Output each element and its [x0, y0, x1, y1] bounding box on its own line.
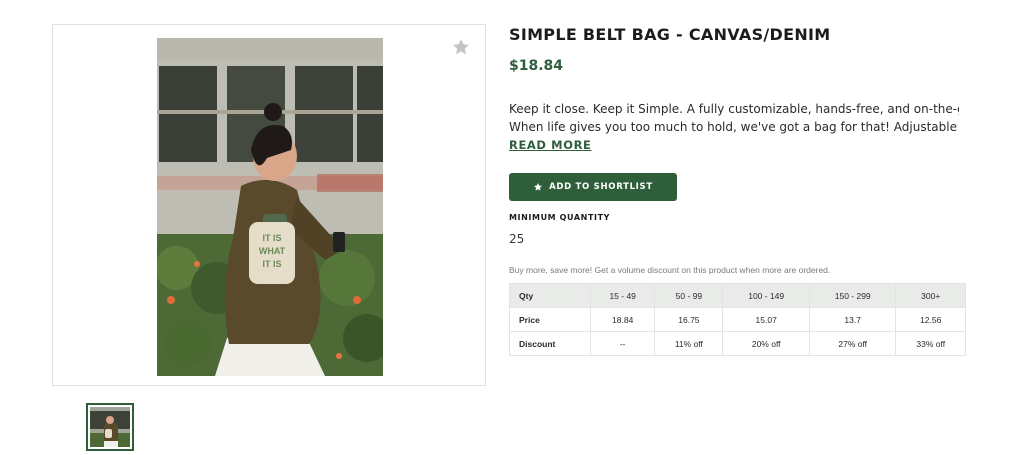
- read-more-link[interactable]: READ MORE: [509, 138, 592, 152]
- bag-print-line-1: IT IS: [262, 233, 281, 243]
- product-title: SIMPLE BELT BAG - CANVAS/DENIM: [509, 25, 831, 44]
- discount-cell-tier-4: 27% off: [808, 331, 897, 356]
- volume-pricing-table: Qty 15 - 49 50 - 99 100 - 149 150 - 299 …: [509, 283, 966, 356]
- bag-print-line-3: IT IS: [262, 259, 281, 269]
- pricing-header-row: Qty 15 - 49 50 - 99 100 - 149 150 - 299 …: [509, 283, 966, 308]
- header-cell-tier-5: 300+: [895, 283, 966, 308]
- header-cell-tier-3: 100 - 149: [722, 283, 810, 308]
- header-cell-tier-2: 50 - 99: [654, 283, 724, 308]
- bag-print-line-2: WHAT: [259, 246, 286, 256]
- product-photo[interactable]: IT IS WHAT IT IS: [157, 38, 383, 376]
- pricing-row-price: Price 18.84 16.75 15.07 13.7 12.56: [509, 307, 966, 332]
- header-cell-tier-4: 150 - 299: [808, 283, 897, 308]
- discount-row-label: Discount: [509, 331, 591, 356]
- minimum-quantity-value: 25: [509, 232, 525, 246]
- product-thumbnail[interactable]: [86, 403, 134, 451]
- price-cell-tier-2: 16.75: [654, 307, 724, 332]
- volume-discount-note: Buy more, save more! Get a volume discou…: [509, 265, 831, 275]
- add-to-shortlist-label: ADD TO SHORTLIST: [549, 182, 653, 192]
- description-line-2: When life gives you too much to hold, we…: [509, 120, 959, 134]
- product-description: Keep it close. Keep it Simple. A fully c…: [509, 100, 959, 136]
- product-photo-illustration: IT IS WHAT IT IS: [157, 38, 383, 376]
- discount-cell-tier-5: 33% off: [895, 331, 966, 356]
- price-row-label: Price: [509, 307, 591, 332]
- star-icon: [453, 39, 469, 55]
- discount-cell-tier-1: --: [589, 331, 656, 356]
- minimum-quantity-label: MINIMUM QUANTITY: [509, 213, 611, 222]
- add-to-shortlist-button[interactable]: ADD TO SHORTLIST: [509, 173, 677, 201]
- product-price: $18.84: [509, 58, 564, 74]
- discount-cell-tier-3: 20% off: [722, 331, 810, 356]
- product-image-panel: IT IS WHAT IT IS: [52, 24, 486, 386]
- price-cell-tier-4: 13.7: [808, 307, 897, 332]
- header-cell-qty: Qty: [509, 283, 591, 308]
- star-icon: [534, 183, 543, 191]
- pricing-row-discount: Discount -- 11% off 20% off 27% off 33% …: [509, 331, 966, 356]
- price-cell-tier-1: 18.84: [589, 307, 656, 332]
- price-cell-tier-5: 12.56: [895, 307, 966, 332]
- price-cell-tier-3: 15.07: [722, 307, 810, 332]
- favorite-star-icon[interactable]: [451, 37, 471, 57]
- header-cell-tier-1: 15 - 49: [589, 283, 656, 308]
- thumbnail-image: [90, 407, 130, 447]
- discount-cell-tier-2: 11% off: [654, 331, 724, 356]
- description-line-1: Keep it close. Keep it Simple. A fully c…: [509, 102, 959, 116]
